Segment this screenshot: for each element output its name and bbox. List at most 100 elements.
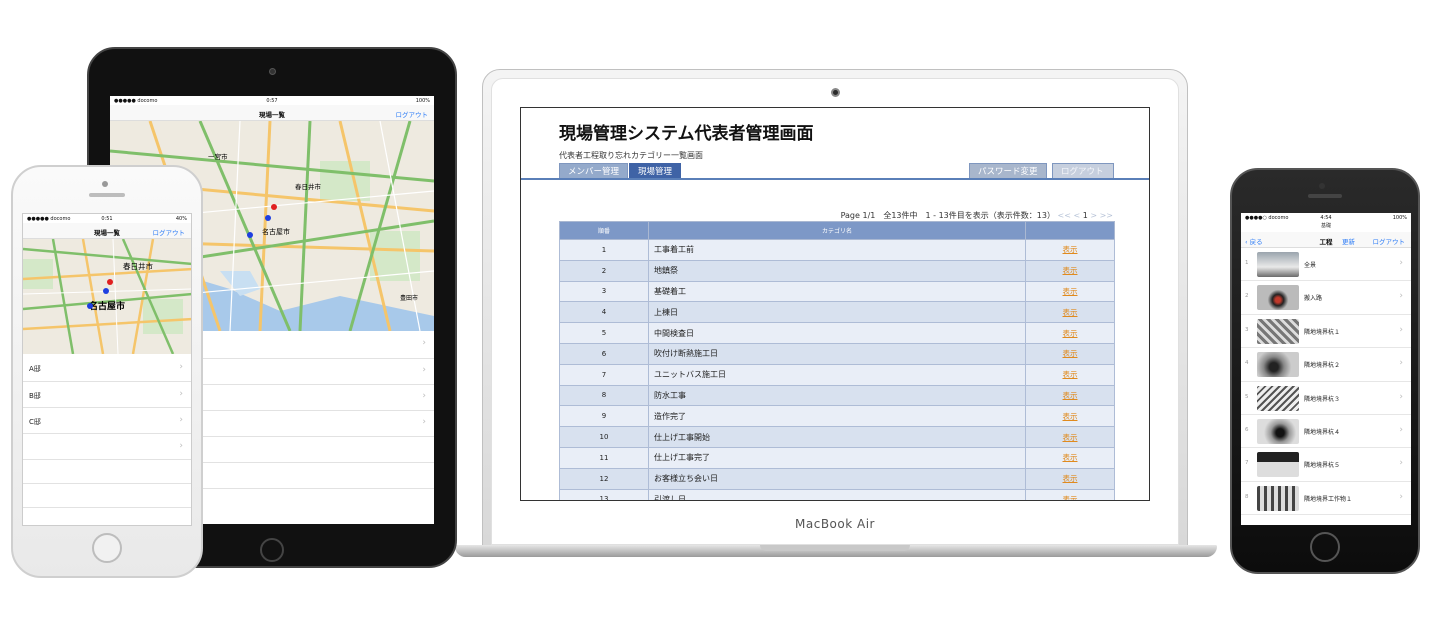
pager-page[interactable]: 1 (1083, 211, 1088, 220)
table-row: 10 仕上げ工事開始 表示 (559, 426, 1115, 448)
row-order: 11 (559, 446, 649, 469)
list-item[interactable]: 3 隣地境界杭１ › (1241, 315, 1411, 349)
chevron-right-icon: › (1399, 324, 1403, 335)
view-link[interactable]: 表示 (1063, 391, 1078, 400)
item-label: 隣地境界杭２ (1304, 362, 1341, 370)
map-view[interactable]: 春日井市 名古屋市 (23, 239, 191, 354)
item-label: 隣地境界杭１ (1304, 328, 1341, 336)
list-item-a[interactable]: A邸 › (23, 354, 191, 382)
list-item-c[interactable]: C邸 › (23, 408, 191, 434)
view-link[interactable]: 表示 (1063, 370, 1078, 379)
row-action: 表示 (1025, 405, 1115, 428)
photo-thumbnail (1257, 485, 1299, 511)
process-list: 1 全景 › 2 搬入路 › 3 隣地境界杭１ › 4 隣地境界杭２ › 5 隣地境界杭３ › 6 隣地境界杭４… (1241, 248, 1411, 516)
tab-sites[interactable]: 現場管理 (629, 163, 682, 179)
row-order: 13 (559, 488, 649, 500)
row-category: 上棟日 (648, 301, 1026, 324)
column-header-action (1025, 221, 1115, 240)
tab-underline (521, 178, 1149, 180)
list-item[interactable]: 6 隣地境界杭４ › (1241, 415, 1411, 449)
row-category: ユニットバス施工日 (648, 363, 1026, 386)
home-button[interactable] (260, 538, 284, 562)
row-category: 防水工事 (648, 384, 1026, 407)
status-bar: ●●●●● docomo 0:57 100% (110, 96, 434, 105)
table-row: 12 お客様立ち会い日 表示 (559, 467, 1115, 490)
tab-members[interactable]: メンバー管理 (559, 163, 629, 179)
view-link[interactable]: 表示 (1063, 495, 1078, 500)
list-item[interactable]: 4 隣地境界杭２ › (1241, 348, 1411, 382)
item-number: 1 (1245, 260, 1249, 266)
view-link[interactable]: 表示 (1063, 474, 1078, 483)
photo-thumbnail (1257, 285, 1299, 311)
battery: 40% (175, 216, 187, 222)
chevron-right-icon: › (1399, 291, 1403, 302)
row-category: 造作完了 (648, 405, 1026, 428)
list-item[interactable]: 2 搬入路 › (1241, 281, 1411, 315)
row-action: 表示 (1025, 280, 1115, 303)
map-pin-blue[interactable] (265, 215, 271, 221)
chevron-right-icon: › (422, 338, 426, 348)
list-item[interactable]: 1 全景 › (1241, 248, 1411, 282)
map-pin-blue[interactable] (247, 232, 253, 238)
view-link[interactable]: 表示 (1063, 266, 1078, 275)
view-link[interactable]: 表示 (1063, 412, 1078, 421)
view-link[interactable]: 表示 (1063, 245, 1078, 254)
map-pin-blue[interactable] (103, 288, 109, 294)
map-pin-red[interactable] (271, 204, 277, 210)
logout-button[interactable]: ログアウト (1373, 236, 1406, 246)
password-change-button[interactable]: パスワード変更 (969, 163, 1047, 179)
map-label-city: 名古屋市 (89, 302, 126, 312)
item-label: 搬入路 (1304, 295, 1323, 303)
logout-button[interactable]: ログアウト (1052, 163, 1114, 179)
row-action: 表示 (1025, 301, 1115, 324)
list-item-label: C邸 (29, 418, 41, 426)
list-item-label: A邸 (29, 365, 41, 373)
photo-thumbnail (1257, 418, 1299, 444)
logout-button[interactable]: ログアウト (396, 109, 429, 119)
view-link[interactable]: 表示 (1063, 433, 1078, 442)
list-item[interactable]: 7 隣地境界杭５ › (1241, 448, 1411, 482)
list-item-b[interactable]: B邸 › (23, 382, 191, 408)
laptop: 現場管理システム代表者管理画面 代表者工程取り忘れカテゴリー一覧画面 メンバー管… (482, 69, 1188, 546)
map-label-city: 春日井市 (295, 183, 321, 191)
pager-prev[interactable]: << < (1058, 211, 1081, 220)
nav-bar: 現場一覧 ログアウト (23, 223, 191, 239)
row-action: 表示 (1025, 322, 1115, 344)
list-item[interactable]: › (23, 434, 191, 460)
chevron-right-icon: › (422, 391, 426, 401)
table-row: 9 造作完了 表示 (559, 405, 1115, 428)
refresh-button[interactable]: 更新 (1342, 236, 1355, 246)
pager-next[interactable]: > >> (1090, 211, 1113, 220)
item-label: 全景 (1304, 262, 1317, 269)
row-category: 仕上げ工事完了 (648, 446, 1026, 469)
table-row: 7 ユニットバス施工日 表示 (559, 363, 1115, 386)
map-pin-blue[interactable] (87, 303, 93, 309)
status-bar: ●●●●● docomo 0:51 40% (23, 214, 191, 223)
table-row: 13 引渡し日 表示 (559, 488, 1115, 500)
view-link[interactable]: 表示 (1063, 453, 1078, 462)
column-header-category: カテゴリ名 (648, 221, 1026, 240)
view-link[interactable]: 表示 (1063, 287, 1078, 296)
battery: 100% (1392, 215, 1407, 221)
page-title: 現場管理システム代表者管理画面 (559, 124, 814, 144)
list-item[interactable]: 8 隣地境界工作物１ › (1241, 482, 1411, 516)
phone-white: ●●●●● docomo 0:51 40% 現場一覧 ログアウト 春日井市 名古… (11, 165, 203, 578)
list-item[interactable]: 5 隣地境界杭３ › (1241, 382, 1411, 415)
view-link[interactable]: 表示 (1063, 308, 1078, 317)
chevron-right-icon: › (179, 362, 183, 372)
row-order: 1 (559, 239, 649, 261)
view-link[interactable]: 表示 (1063, 329, 1078, 338)
clock: 0:57 (266, 98, 278, 104)
home-button[interactable] (92, 533, 122, 563)
laptop-brand: MacBook Air (795, 517, 875, 531)
row-order: 8 (559, 384, 649, 407)
item-number: 3 (1245, 326, 1249, 333)
row-action: 表示 (1025, 446, 1115, 469)
logout-button[interactable]: ログアウト (153, 227, 186, 237)
map-pin-red[interactable] (107, 279, 113, 285)
pagination: Page 1/1 全13件中 1 - 13件目を表示（表示件数：13） << <… (841, 210, 1113, 221)
photo-thumbnail (1257, 452, 1299, 478)
view-link[interactable]: 表示 (1063, 349, 1078, 358)
row-action: 表示 (1025, 488, 1115, 500)
home-button[interactable] (1310, 532, 1340, 562)
